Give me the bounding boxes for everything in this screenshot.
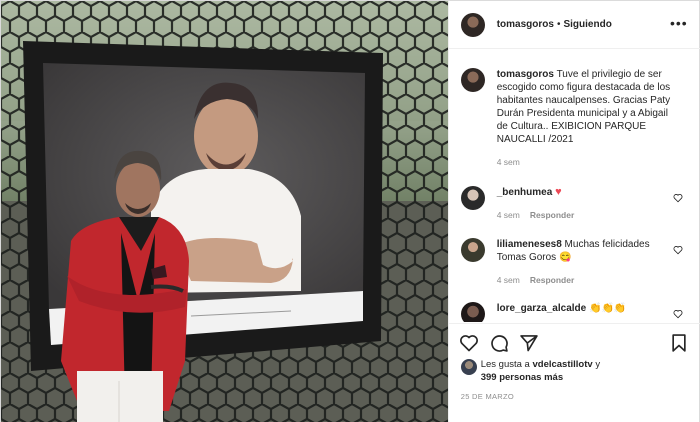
yum-emoji: 😋 — [558, 252, 572, 263]
liker-avatar[interactable] — [460, 359, 477, 375]
more-icon[interactable]: ••• — [670, 16, 688, 30]
header-separator: • — [556, 19, 561, 30]
avatar[interactable] — [460, 12, 485, 37]
comment-username[interactable]: liliameneses8 — [497, 239, 562, 250]
comment-avatar[interactable] — [460, 238, 485, 262]
caption-text: Tuve el privilegio de ser escogido como … — [496, 69, 671, 145]
caption: tomasgoros Tuve el privilegio de ser esc… — [460, 68, 693, 169]
likes-text: Les gusta a vdelcastillotv y 399 persona… — [481, 358, 600, 384]
share-icon[interactable] — [519, 333, 539, 353]
red-heart-emoji: ♥ — [555, 186, 562, 198]
likes-prefix: Les gusta a — [480, 359, 530, 370]
likes-summary: Les gusta a vdelcastillotv y 399 persona… — [460, 358, 600, 384]
bookmark-icon[interactable] — [669, 333, 689, 353]
likes-conjunction: y — [595, 359, 601, 370]
comment-username[interactable]: lore_garza_alcalde — [497, 303, 587, 314]
reply-button[interactable]: Responder — [530, 274, 574, 287]
follow-status-button[interactable]: Siguiendo — [563, 19, 611, 30]
comments-list[interactable]: tomasgoros Tuve el privilegio de ser esc… — [449, 50, 700, 322]
post-photo[interactable] — [1, 1, 448, 422]
comment-item: liliameneses8 Muchas felicidades Tomas G… — [460, 238, 693, 287]
comment-body: _benhumea ♥ 4 sem Responder — [497, 186, 671, 222]
comment-item: lore_garza_alcalde 👏👏👏 — [460, 302, 693, 322]
header-username[interactable]: tomasgoros — [497, 19, 554, 30]
heart-icon[interactable] — [459, 333, 479, 353]
comment-time[interactable]: 4 sem — [497, 274, 520, 287]
clap-emoji: 👏👏👏 — [589, 303, 627, 314]
post-dialog: tomasgoros • Siguiendo ••• tomasgoros Tu… — [0, 0, 700, 422]
post-header: tomasgoros • Siguiendo ••• — [448, 1, 700, 49]
caption-time[interactable]: 4 sem — [497, 156, 520, 169]
comment-icon[interactable] — [489, 333, 509, 353]
action-bar: Les gusta a vdelcastillotv y 399 persona… — [448, 323, 700, 422]
caption-avatar[interactable] — [460, 68, 485, 92]
likes-others-link[interactable]: 399 personas más — [481, 372, 563, 383]
comment-avatar[interactable] — [460, 302, 485, 322]
post-panel: tomasgoros • Siguiendo ••• tomasgoros Tu… — [447, 1, 700, 422]
comment-body: liliameneses8 Muchas felicidades Tomas G… — [497, 238, 671, 287]
comment-time[interactable]: 4 sem — [497, 209, 520, 222]
comment-item: _benhumea ♥ 4 sem Responder — [460, 186, 693, 222]
like-comment-heart-icon[interactable] — [673, 245, 683, 255]
post-date[interactable]: 25 DE MARZO — [461, 392, 514, 401]
comment-body: lore_garza_alcalde 👏👏👏 — [497, 302, 671, 322]
caption-body: tomasgoros Tuve el privilegio de ser esc… — [497, 68, 671, 169]
comment-avatar[interactable] — [460, 186, 485, 210]
caption-username[interactable]: tomasgoros — [497, 69, 554, 80]
like-comment-heart-icon[interactable] — [673, 193, 683, 203]
like-comment-heart-icon[interactable] — [673, 309, 683, 319]
photo-scene — [1, 1, 448, 422]
liker-username[interactable]: vdelcastillotv — [532, 359, 592, 370]
comment-username[interactable]: _benhumea — [497, 187, 553, 198]
reply-button[interactable]: Responder — [530, 209, 574, 222]
